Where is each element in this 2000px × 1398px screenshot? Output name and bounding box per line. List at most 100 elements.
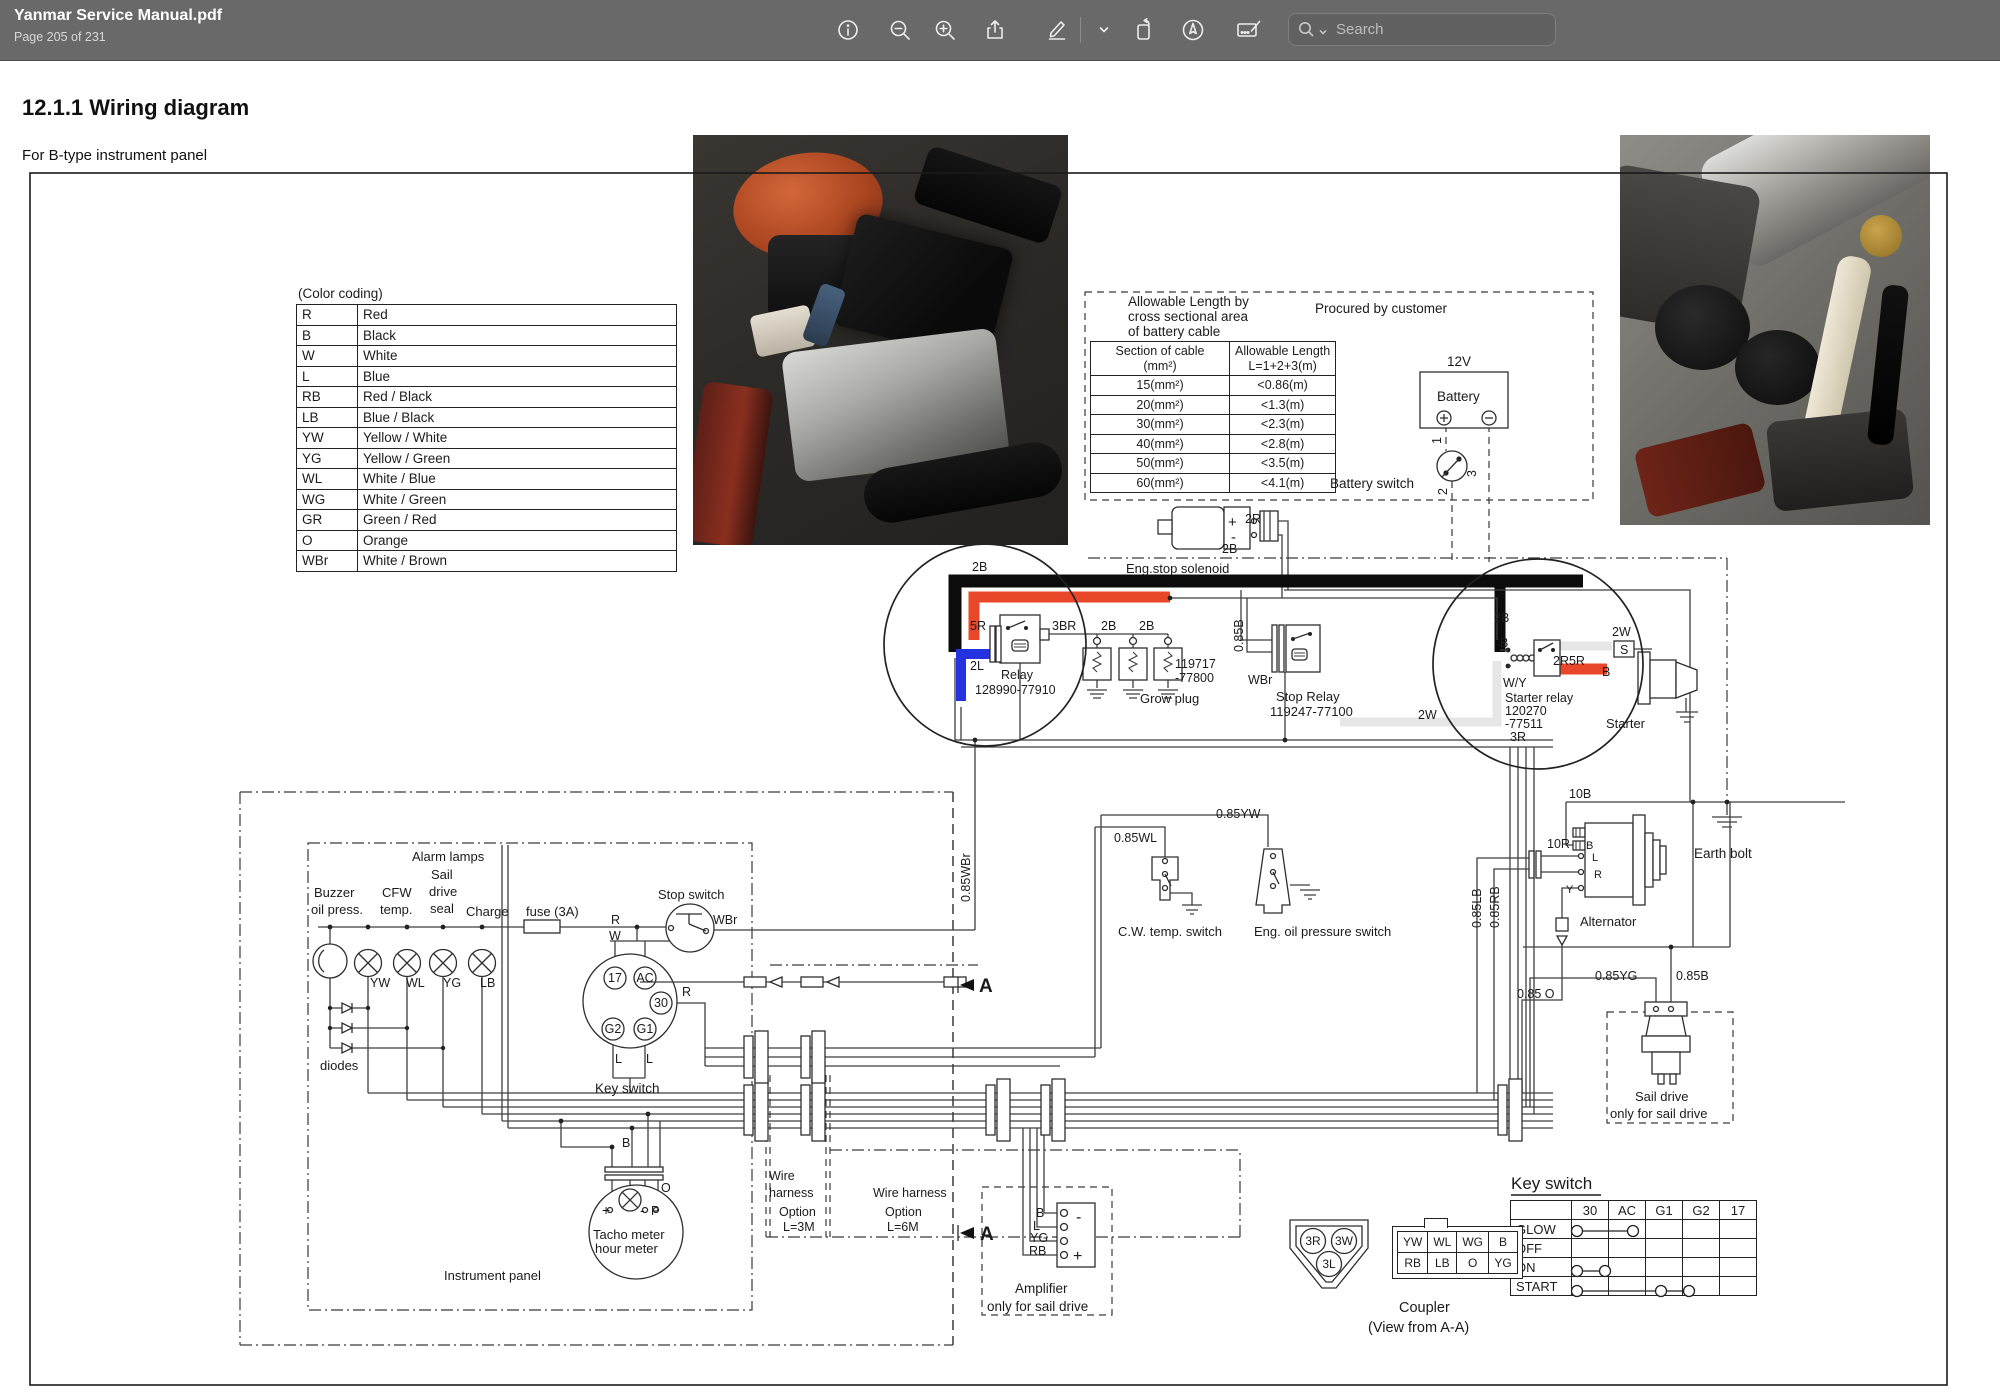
header-line: Section of cable <box>1096 344 1224 359</box>
battery-symbol <box>1420 372 1508 481</box>
glow-plugs-symbol <box>1083 634 1182 698</box>
coupler-pin-cell: YG <box>1489 1253 1518 1274</box>
diagram-label: A <box>979 976 993 997</box>
diagram-label: R <box>682 985 691 999</box>
table-row: WGWhite / Green <box>297 489 677 510</box>
table-cell: White / Blue <box>358 469 677 490</box>
color-coding-block: (Color coding) RRedBBlackWWhiteLBlueRBRe… <box>296 286 677 572</box>
diagram-label: L <box>1592 852 1598 864</box>
cable-length-table: Section of cable(mm²)Allowable LengthL=1… <box>1090 341 1336 493</box>
diagram-label: G2 <box>605 1022 622 1036</box>
diagram-label: LB <box>480 976 495 990</box>
color-coding-caption: (Color coding) <box>298 286 677 301</box>
diagram-label: Stop Relay <box>1276 689 1340 704</box>
diagram-label: Earth bolt <box>1694 846 1752 861</box>
diagram-label: P <box>651 1204 659 1218</box>
markup-icon[interactable] <box>1040 13 1074 47</box>
diagram-label: B <box>1500 636 1508 650</box>
diagram-label: fuse (3A) <box>526 904 579 919</box>
info-icon[interactable] <box>831 13 865 47</box>
coupler-table: YWWLWGBRBLBOYG <box>1397 1231 1518 1274</box>
table-row: LBlue <box>297 366 677 387</box>
table-row: 15(mm²)<0.86(m) <box>1091 376 1336 396</box>
table-cell: YG <box>297 448 358 469</box>
diagram-label: Battery switch <box>1330 476 1414 491</box>
table-row: 20(mm²)<1.3(m) <box>1091 395 1336 415</box>
stop-switch-symbol <box>666 904 714 952</box>
table-cell: 15(mm²) <box>1091 376 1230 396</box>
diagram-label: 0.85RB <box>1488 886 1502 928</box>
table-cell <box>1572 1239 1609 1258</box>
table-row: WWhite <box>297 346 677 367</box>
diagram-label: Instrument panel <box>444 1268 541 1283</box>
rotate-icon[interactable] <box>1128 13 1162 47</box>
table-cell: 40(mm²) <box>1091 434 1230 454</box>
cw-temp-switch-symbol <box>1152 857 1202 914</box>
table-cell <box>1720 1277 1757 1296</box>
tacho-meter-symbol <box>589 1167 683 1279</box>
harness-connector-symbols <box>744 1031 1522 1141</box>
diagram-label: AC <box>636 971 653 985</box>
diagram-label: RB <box>1029 1244 1046 1258</box>
coupler-notch <box>1424 1218 1448 1228</box>
eng-oil-pressure-switch-symbol <box>1256 849 1320 913</box>
diagram-label: Coupler <box>1399 1300 1450 1316</box>
diagram-label: YW <box>370 976 390 990</box>
diagram-label: W/Y <box>1503 676 1527 690</box>
form-fill-icon[interactable] <box>1232 13 1266 47</box>
diagram-label: Starter <box>1606 716 1646 731</box>
diagram-label: A <box>980 1224 994 1245</box>
table-row: 60(mm²)<4.1(m) <box>1091 473 1336 493</box>
diagram-label: Amplifier <box>1015 1281 1068 1296</box>
diagram-label: W <box>609 929 621 943</box>
pdf-viewer-window: Yanmar Service Manual.pdf Page 205 of 23… <box>0 0 2000 1398</box>
diagram-label: 17 <box>608 971 622 985</box>
zoom-out-icon[interactable] <box>883 13 917 47</box>
search-icon <box>1297 20 1317 40</box>
thin-wires <box>318 590 1845 1255</box>
coupler-pin-cell: B <box>1489 1232 1518 1253</box>
starter-relay-symbol <box>1500 640 1652 676</box>
key-switch-table: 30ACG1G217GLOWOFFONSTART <box>1510 1200 1757 1296</box>
table-cell: Yellow / Green <box>358 448 677 469</box>
diagram-label: 10R <box>1547 837 1570 851</box>
diagram-label: Wire harness <box>873 1186 947 1200</box>
diagram-label: Alternator <box>1580 914 1637 929</box>
diagram-label: + <box>1228 514 1237 531</box>
diagram-label: Battery <box>1437 389 1480 404</box>
table-row: YGYellow / Green <box>297 448 677 469</box>
annotate-icon[interactable] <box>1176 13 1210 47</box>
diagram-label: B <box>1586 840 1593 852</box>
diagram-label: 0.85B <box>1676 969 1709 983</box>
diagram-label: -77511 <box>1505 717 1543 731</box>
table-row: RBRed / Black <box>297 387 677 408</box>
diagram-label: 3 <box>1465 470 1479 477</box>
diagram-label: 2B <box>1101 619 1116 633</box>
diagram-label: only for sail drive <box>987 1299 1088 1314</box>
table-cell <box>1646 1258 1683 1277</box>
table-row: START <box>1511 1277 1757 1296</box>
diagram-label: 2B <box>1139 619 1154 633</box>
search-field[interactable] <box>1288 13 1556 46</box>
table-cell <box>1683 1277 1720 1296</box>
diagram-label: - <box>1076 1209 1081 1226</box>
table-row: 30(mm²)<2.3(m) <box>1091 415 1336 435</box>
search-input[interactable] <box>1334 20 1528 39</box>
table-header-cell: Allowable LengthL=1+2+3(m) <box>1230 342 1336 376</box>
table-cell: YW <box>297 428 358 449</box>
coupler-triangle-symbol: 3R 3W 3L <box>1290 1220 1368 1288</box>
markup-dropdown-chevron-icon[interactable] <box>1087 13 1121 47</box>
diagram-label: 10B <box>1569 787 1591 801</box>
toolbar-separator <box>1080 17 1081 43</box>
table-cell: Red / Black <box>358 387 677 408</box>
diagram-label: L <box>646 1052 653 1066</box>
table-header-cell: Section of cable(mm²) <box>1091 342 1230 376</box>
diagram-label: (View from A-A) <box>1368 1320 1469 1336</box>
table-cell <box>1609 1239 1646 1258</box>
junction-dots <box>328 596 1730 1150</box>
zoom-in-icon[interactable] <box>928 13 962 47</box>
table-row: RRed <box>297 305 677 326</box>
table-cell: WG <box>297 489 358 510</box>
share-icon[interactable] <box>978 13 1012 47</box>
table-row: 50(mm²)<3.5(m) <box>1091 454 1336 474</box>
